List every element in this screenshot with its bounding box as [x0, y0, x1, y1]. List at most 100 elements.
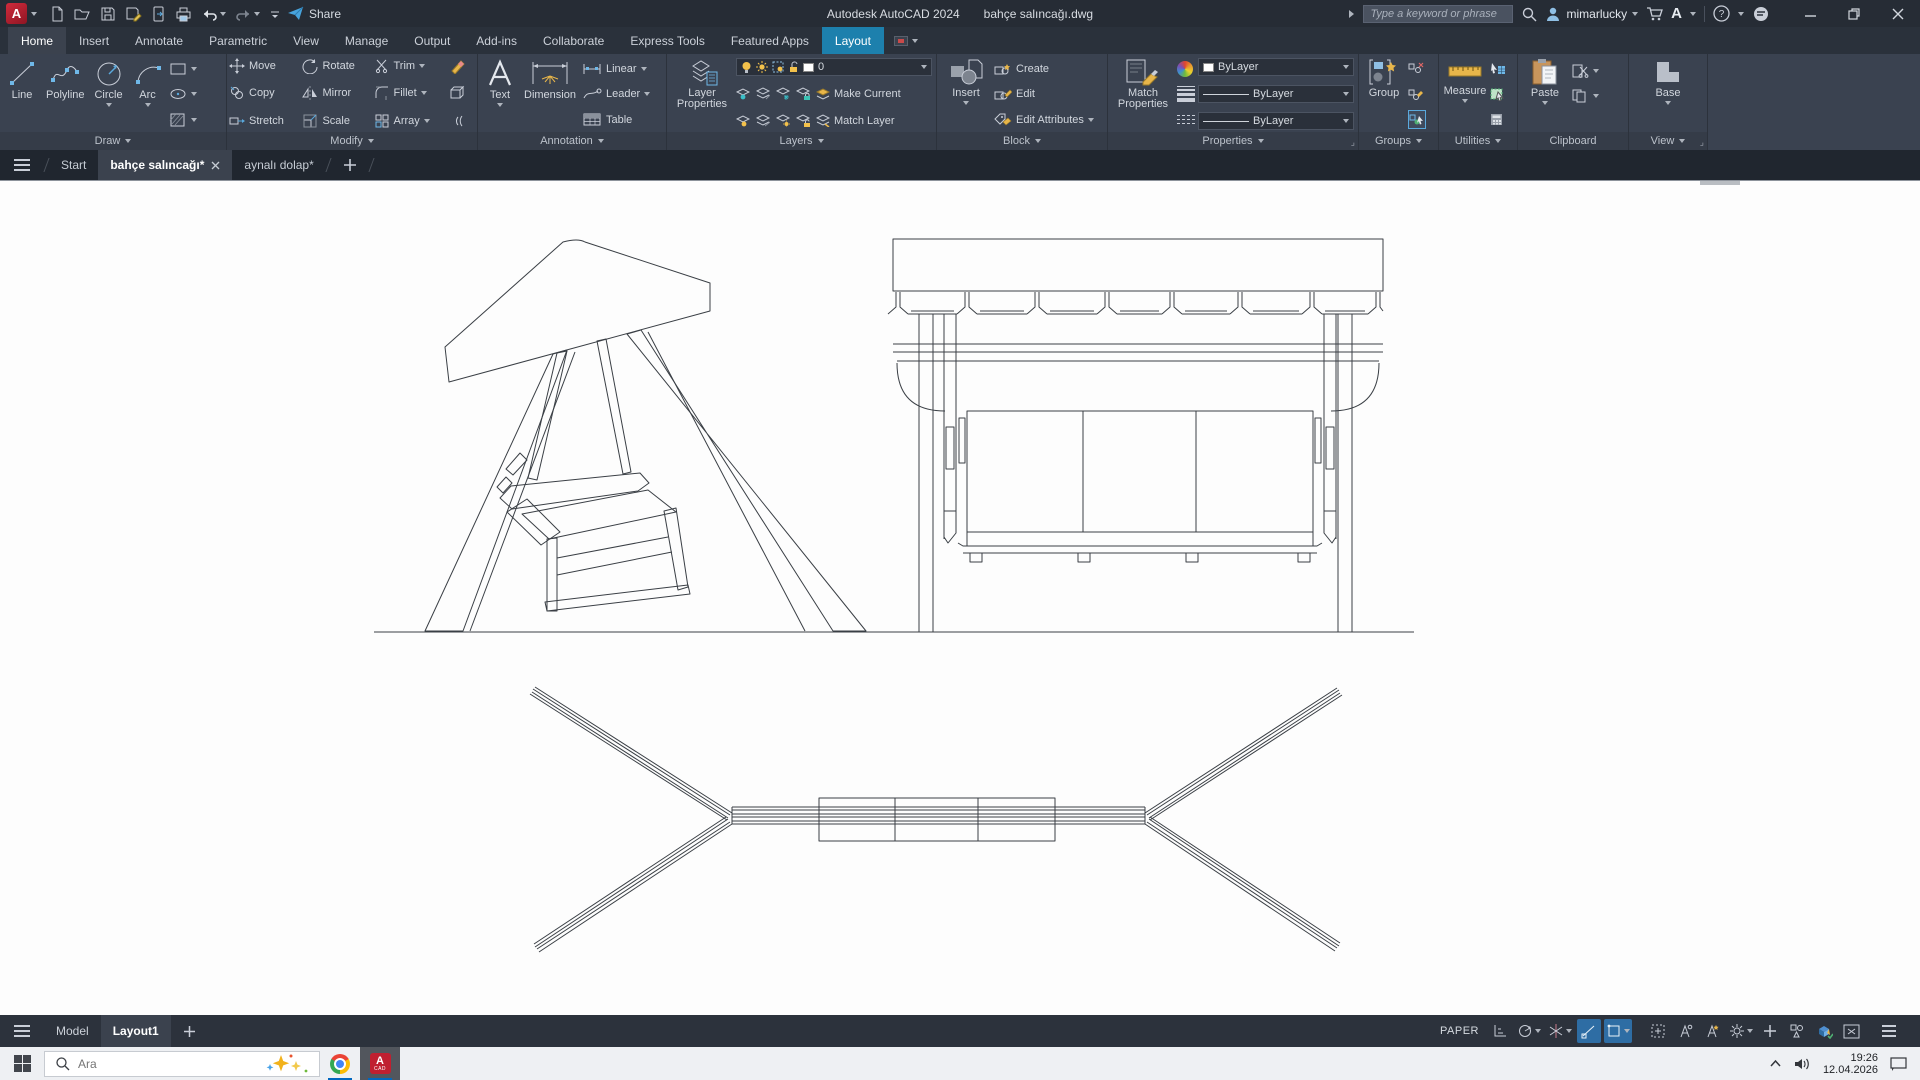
customization-plus-button[interactable] [1758, 1019, 1782, 1043]
volume-icon[interactable] [1794, 1057, 1811, 1071]
search-icon[interactable] [1521, 6, 1537, 22]
array-caret-icon[interactable] [423, 118, 430, 123]
polyline-button[interactable]: Polyline [43, 57, 88, 131]
erase-button[interactable] [448, 56, 475, 75]
text-button[interactable]: Text [482, 57, 518, 131]
circle-caret-icon[interactable] [105, 103, 112, 107]
file-tabs-menu-button[interactable] [14, 159, 30, 171]
layer-isolate-icon[interactable] [736, 87, 750, 100]
layer-properties-button[interactable]: Layer Properties [671, 57, 733, 131]
insert-caret-icon[interactable] [963, 101, 969, 105]
customize-qat-button[interactable] [269, 8, 281, 20]
copy-clip-button[interactable] [1571, 86, 1599, 105]
measure-caret-icon[interactable] [1462, 99, 1468, 103]
app-store-cart-icon[interactable] [1646, 6, 1664, 21]
tab-annotate[interactable]: Annotate [122, 27, 196, 54]
units-button[interactable] [1785, 1019, 1809, 1043]
start-button[interactable] [0, 1047, 44, 1080]
close-button[interactable] [1876, 0, 1920, 27]
workspace-caret-icon[interactable] [1747, 1029, 1753, 1033]
osnap-caret-icon[interactable] [1624, 1029, 1630, 1033]
trim-button[interactable]: Trim [374, 56, 439, 75]
copy-button[interactable]: Copy [229, 84, 292, 103]
layer-select-combo[interactable]: 0 [736, 58, 932, 76]
help-search-input[interactable] [1363, 4, 1514, 23]
workspace-switching-button[interactable] [1727, 1019, 1755, 1043]
ribbon-options-button[interactable] [884, 27, 928, 54]
undo-caret-icon[interactable] [220, 11, 226, 16]
tab-output[interactable]: Output [401, 27, 463, 54]
tab-express-tools[interactable]: Express Tools [617, 27, 717, 54]
create-block-button[interactable]: Create [994, 59, 1094, 78]
panel-label-properties[interactable]: Properties ⌟ [1108, 132, 1358, 150]
leader-caret-icon[interactable] [644, 92, 651, 96]
lineweight-combo[interactable]: ByLayer [1198, 85, 1354, 103]
edit-block-button[interactable]: Edit [994, 85, 1094, 104]
undo-button[interactable] [201, 7, 226, 21]
group-edit-button[interactable] [1408, 85, 1426, 104]
feedback-icon[interactable] [1752, 6, 1770, 22]
layer-lock-icon[interactable] [796, 87, 810, 100]
annotation-visibility-button[interactable] [1673, 1019, 1697, 1043]
share-button[interactable]: Share [287, 6, 341, 21]
isodraft-button[interactable] [1546, 1019, 1574, 1043]
customization-menu-button[interactable] [1866, 1019, 1912, 1043]
tab-home[interactable]: Home [8, 27, 67, 54]
text-caret-icon[interactable] [497, 103, 503, 107]
color-combo-caret-icon[interactable] [1343, 65, 1349, 69]
polar-tracking-button[interactable] [1515, 1019, 1543, 1043]
new-drawing-tab-button[interactable] [331, 150, 369, 180]
edit-attributes-button[interactable]: Edit Attributes [994, 110, 1094, 129]
restore-button[interactable] [1832, 0, 1876, 27]
taskbar-search[interactable] [44, 1050, 320, 1077]
leader-button[interactable]: Leader [582, 85, 651, 104]
paste-caret-icon[interactable] [1542, 101, 1548, 105]
table-button[interactable]: Table [582, 110, 650, 129]
linetype-combo[interactable]: ByLayer [1198, 112, 1354, 130]
base-button[interactable]: Base [1644, 57, 1692, 131]
selection-cycling-button[interactable] [1646, 1019, 1670, 1043]
tab-add-ins[interactable]: Add-ins [463, 27, 530, 54]
fillet-caret-icon[interactable] [420, 91, 427, 95]
view-launcher-icon[interactable]: ⌟ [1700, 137, 1704, 148]
arc-caret-icon[interactable] [144, 103, 151, 107]
panel-label-block[interactable]: Block [937, 132, 1107, 150]
open-from-mobile-button[interactable] [151, 6, 166, 22]
taskbar-search-input[interactable] [78, 1056, 257, 1071]
panel-label-clipboard[interactable]: Clipboard [1518, 132, 1628, 150]
panel-label-layers[interactable]: Layers [667, 132, 936, 150]
stretch-button[interactable]: Stretch [229, 111, 292, 130]
group-button[interactable]: Group [1363, 57, 1405, 131]
account-button[interactable]: mimarlucky [1545, 6, 1639, 22]
layer-on-bulb-icon[interactable] [741, 61, 752, 73]
tray-clock[interactable]: 19:26 12.04.2026 [1823, 1052, 1878, 1076]
layer-viewport-icon[interactable] [772, 61, 784, 73]
minimize-button[interactable] [1788, 0, 1832, 27]
rectangle-caret-icon[interactable] [190, 66, 197, 71]
tab-collaborate[interactable]: Collaborate [530, 27, 617, 54]
edit-attributes-caret-icon[interactable] [1087, 117, 1094, 122]
isodraft-caret-icon[interactable] [1566, 1029, 1572, 1033]
properties-launcher-icon[interactable]: ⌟ [1351, 137, 1355, 148]
clean-screen-button[interactable] [1839, 1019, 1863, 1043]
plot-button[interactable] [175, 6, 192, 22]
layer-freeze-sun-icon[interactable] [756, 61, 768, 73]
tab-layout[interactable]: Layout [821, 27, 884, 54]
save-as-button[interactable] [125, 6, 142, 22]
layer-on-all-icon[interactable] [756, 114, 770, 127]
graphics-performance-button[interactable] [1812, 1019, 1836, 1043]
redo-button[interactable] [235, 7, 260, 21]
autodesk-logo[interactable]: A [1671, 5, 1682, 22]
insert-block-button[interactable]: Insert [941, 57, 991, 131]
help-caret-icon[interactable] [1738, 11, 1744, 16]
autodesk-caret-icon[interactable] [1690, 11, 1696, 16]
move-button[interactable]: Move [229, 56, 292, 75]
trim-caret-icon[interactable] [419, 63, 426, 68]
tab-parametric[interactable]: Parametric [196, 27, 280, 54]
match-layer-button[interactable]: Match Layer [816, 111, 895, 130]
tray-chevron-icon[interactable] [1769, 1059, 1782, 1068]
search-highlights-icon[interactable] [265, 1053, 309, 1075]
paste-button[interactable]: Paste [1522, 57, 1568, 131]
layer-combo-caret-icon[interactable] [921, 65, 927, 69]
tab-manage[interactable]: Manage [332, 27, 401, 54]
